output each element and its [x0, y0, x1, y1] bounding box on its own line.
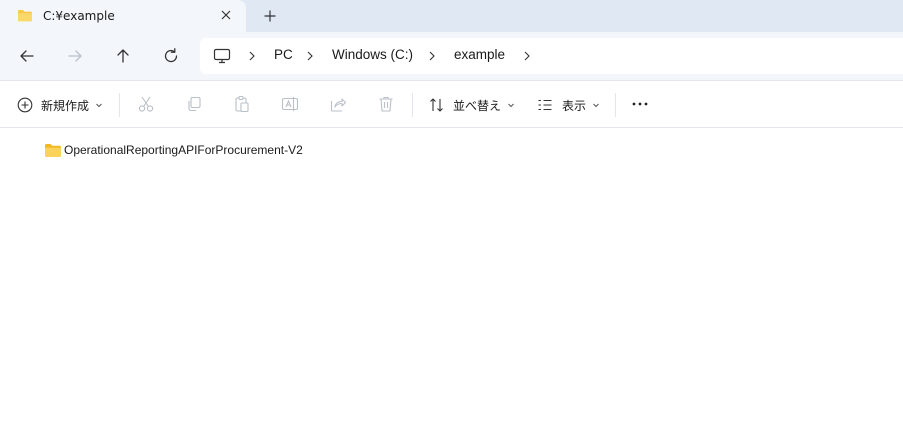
- cut-icon[interactable]: [137, 95, 155, 113]
- chevron-right-icon[interactable]: [427, 51, 437, 61]
- list-item[interactable]: OperationalReportingAPIForProcurement-V2: [44, 141, 303, 159]
- more-icon[interactable]: [631, 95, 649, 113]
- chevron-right-icon[interactable]: [522, 51, 532, 61]
- close-icon[interactable]: [219, 8, 233, 22]
- view-button[interactable]: 表示: [537, 94, 600, 116]
- view-button-label: 表示: [562, 98, 587, 113]
- add-circle-icon: [17, 97, 33, 113]
- chevron-down-icon: [593, 103, 599, 108]
- new-button[interactable]: 新規作成: [17, 94, 103, 116]
- chevron-right-icon[interactable]: [305, 51, 315, 61]
- new-button-label: 新規作成: [41, 98, 90, 113]
- chevron-down-icon: [96, 103, 102, 108]
- chevron-down-icon: [508, 103, 514, 108]
- arrow-up-icon[interactable]: [113, 46, 133, 66]
- tab-title: C:¥example: [43, 9, 115, 23]
- divider: [615, 93, 616, 117]
- plus-icon[interactable]: [263, 9, 277, 23]
- paste-icon[interactable]: [233, 95, 251, 113]
- folder-icon: [45, 143, 61, 157]
- navigation-bar: PC Windows (C:) example: [0, 32, 903, 80]
- chevron-right-icon[interactable]: [247, 51, 257, 61]
- arrow-left-icon[interactable]: [17, 46, 37, 66]
- tab-strip: C:¥example: [0, 0, 903, 32]
- list-view-icon: [538, 99, 552, 111]
- address-bar[interactable]: PC Windows (C:) example: [200, 38, 903, 74]
- divider: [119, 93, 120, 117]
- file-list: OperationalReportingAPIForProcurement-V2: [0, 128, 903, 429]
- share-icon[interactable]: [329, 95, 347, 113]
- command-bar: 新規作成 並べ替え 表示: [0, 80, 903, 128]
- sort-button[interactable]: 並べ替え: [429, 94, 515, 116]
- delete-icon[interactable]: [377, 95, 395, 113]
- breadcrumb-pc[interactable]: PC: [274, 47, 293, 62]
- divider: [412, 93, 413, 117]
- file-name: OperationalReportingAPIForProcurement-V2: [64, 143, 303, 157]
- refresh-icon[interactable]: [161, 46, 181, 66]
- sort-button-label: 並べ替え: [453, 98, 502, 113]
- copy-icon[interactable]: [185, 95, 203, 113]
- tab-active[interactable]: C:¥example: [0, 0, 246, 32]
- rename-icon[interactable]: [281, 95, 299, 113]
- monitor-icon[interactable]: [213, 48, 231, 64]
- sort-icon: [430, 98, 443, 112]
- arrow-right-icon[interactable]: [65, 46, 85, 66]
- breadcrumb-windows-c[interactable]: Windows (C:): [332, 47, 413, 62]
- folder-icon: [18, 10, 32, 22]
- breadcrumb-example[interactable]: example: [454, 47, 505, 62]
